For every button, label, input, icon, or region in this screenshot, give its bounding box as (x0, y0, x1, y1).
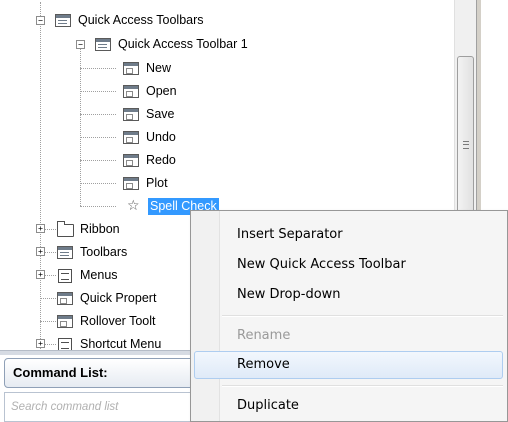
tree-item-label: Rollover Toolt (80, 313, 156, 328)
menu-item-new-drop-down[interactable]: New Drop-down (194, 281, 503, 309)
tree-item-label: Menus (80, 267, 118, 282)
tree-item-label: Save (146, 106, 175, 121)
tree-item-open[interactable]: Open (122, 80, 179, 102)
tree-item-quick-access-toolbar-1[interactable]: Quick Access Toolbar 1 (94, 33, 250, 55)
command-icon (122, 61, 140, 76)
tree-item-label: Ribbon (80, 221, 120, 236)
tree-connector (44, 275, 56, 276)
expand-toggle[interactable]: + (36, 270, 45, 279)
tree-connector (40, 321, 56, 322)
tree-connector (80, 183, 116, 184)
command-search-input[interactable] (4, 392, 199, 422)
menu-item-duplicate[interactable]: Duplicate (194, 392, 503, 420)
expand-toggle[interactable]: + (36, 339, 45, 348)
collapse-toggle[interactable]: − (76, 40, 85, 49)
tree-item-undo[interactable]: Undo (122, 126, 178, 148)
tree-item-redo[interactable]: Redo (122, 149, 178, 171)
tree-item-label: Shortcut Menu (80, 336, 162, 351)
tree-connector (80, 114, 116, 115)
tree-connector (44, 344, 56, 345)
tree-item-save[interactable]: Save (122, 103, 177, 125)
tree-item-new[interactable]: New (122, 57, 173, 79)
quick-properties-icon (56, 291, 74, 306)
tree-connector (40, 24, 41, 349)
menu-item-rename[interactable]: Rename (194, 322, 503, 350)
tree-connector (80, 68, 116, 69)
tree-item-label: Open (146, 83, 177, 98)
tree-item-quick-access-toolbars[interactable]: Quick Access Toolbars (54, 9, 206, 31)
menu-separator (222, 315, 503, 317)
toolbar-icon (94, 37, 112, 52)
tree-item-plot[interactable]: Plot (122, 172, 170, 194)
tree-connector (80, 160, 116, 161)
tree-item-label: Quick Propert (80, 290, 157, 305)
menu-separator (222, 385, 503, 387)
tree-item-menus[interactable]: Menus (56, 264, 120, 286)
tree-item-rollover-tooltips[interactable]: Rollover Toolt (56, 310, 158, 332)
command-list-header: Command List: (4, 358, 199, 388)
tree-item-label: Redo (146, 152, 176, 167)
tree-item-label: Plot (146, 175, 168, 190)
command-icon (122, 176, 140, 191)
tree-item-label: Quick Access Toolbar 1 (118, 36, 248, 51)
tree-item-label: Undo (146, 129, 176, 144)
tree-connector (80, 206, 116, 207)
tree-connector (80, 137, 116, 138)
shortcut-menus-icon (56, 337, 74, 350)
tree-connector (44, 252, 56, 253)
tree-item-ribbon[interactable]: Ribbon (56, 218, 122, 240)
context-menu: Insert Separator New Quick Access Toolba… (190, 210, 508, 422)
tree-item-shortcut-menus[interactable]: Shortcut Menu (56, 333, 163, 350)
tree-item-label: Quick Access Toolbars (78, 12, 204, 27)
scrollbar-thumb[interactable] (457, 56, 474, 232)
tree-item-toolbars[interactable]: Toolbars (56, 241, 129, 263)
tree-item-label: New (146, 60, 172, 75)
toolbars-icon (56, 245, 74, 260)
tree-connector (40, 298, 56, 299)
command-icon (122, 130, 140, 145)
tree-connector (80, 91, 116, 92)
star-icon: ☆ (127, 196, 140, 213)
menu-item-new-quick-access-toolbar[interactable]: New Quick Access Toolbar (194, 251, 503, 279)
folder-icon (56, 220, 74, 237)
menus-icon (56, 268, 74, 283)
scrollbar-grip-icon (463, 141, 469, 149)
tree-connector (44, 229, 56, 230)
tree-item-quick-properties[interactable]: Quick Propert (56, 287, 158, 309)
rollover-tooltips-icon (56, 314, 74, 329)
quick-access-toolbars-icon (54, 13, 72, 28)
command-icon (122, 153, 140, 168)
expand-toggle[interactable]: + (36, 247, 45, 256)
command-icon (122, 84, 140, 99)
expand-toggle[interactable]: + (36, 224, 45, 233)
collapse-toggle[interactable]: − (36, 16, 45, 25)
command-icon (122, 107, 140, 122)
menu-item-insert-separator[interactable]: Insert Separator (194, 221, 503, 249)
menu-item-remove[interactable]: Remove (194, 351, 503, 379)
tree-item-label: Toolbars (80, 244, 128, 259)
